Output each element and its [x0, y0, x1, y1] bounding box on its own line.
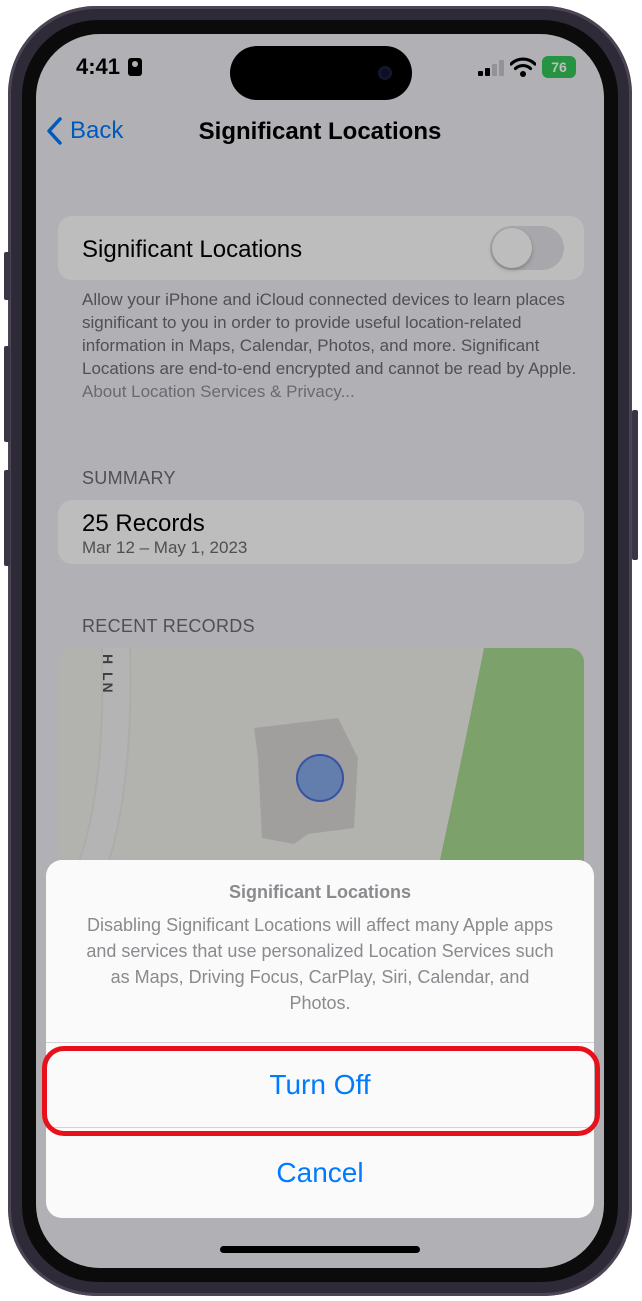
action-sheet-title: Significant Locations	[228, 882, 411, 902]
power-button	[632, 410, 638, 560]
highlight-annotation	[42, 1046, 600, 1136]
cancel-button[interactable]: Cancel	[46, 1128, 594, 1218]
action-sheet-message: Disabling Significant Locations will aff…	[86, 915, 554, 1013]
volume-up-button	[4, 346, 10, 442]
screen: 4:41 76 Back Significant Locations Signi…	[36, 34, 604, 1268]
action-sheet-header: Significant Locations Disabling Signific…	[46, 860, 594, 1042]
action-sheet: Significant Locations Disabling Signific…	[46, 860, 594, 1218]
volume-down-button	[4, 470, 10, 566]
home-indicator[interactable]	[220, 1246, 420, 1253]
action-button	[4, 252, 10, 300]
